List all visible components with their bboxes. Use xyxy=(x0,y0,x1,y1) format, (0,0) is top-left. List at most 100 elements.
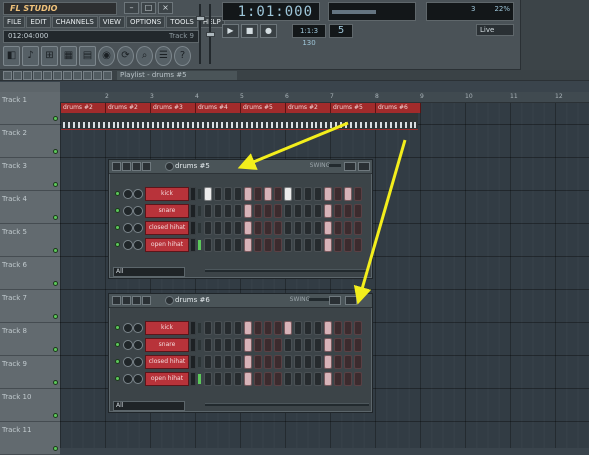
step-button[interactable] xyxy=(294,321,302,335)
step-button[interactable] xyxy=(304,372,312,386)
channel-select-indicator[interactable] xyxy=(198,240,201,250)
step-button[interactable] xyxy=(264,372,272,386)
step-button[interactable] xyxy=(254,338,262,352)
swing-slider[interactable] xyxy=(329,164,341,167)
step-button[interactable] xyxy=(224,221,232,235)
pan-knob[interactable] xyxy=(123,374,133,384)
step-button[interactable] xyxy=(224,204,232,218)
channel-led[interactable] xyxy=(115,208,120,213)
track-header[interactable]: Track 5 xyxy=(0,224,60,257)
pattern-icon[interactable] xyxy=(165,296,174,305)
menu-edit[interactable]: EDIT xyxy=(26,16,51,28)
step-button[interactable] xyxy=(234,204,242,218)
step-button[interactable] xyxy=(354,321,362,335)
pan-knob[interactable] xyxy=(123,340,133,350)
step-button[interactable] xyxy=(204,355,212,369)
volume-knob[interactable] xyxy=(133,189,143,199)
channel-mixer-track[interactable] xyxy=(190,187,196,201)
step-button[interactable] xyxy=(244,204,252,218)
record-button[interactable]: ● xyxy=(260,24,277,38)
step-button[interactable] xyxy=(304,204,312,218)
channel-select-indicator[interactable] xyxy=(198,374,201,384)
channel-select-indicator[interactable] xyxy=(198,189,201,199)
step-button[interactable] xyxy=(224,355,232,369)
step-button[interactable] xyxy=(334,187,342,201)
step-button[interactable] xyxy=(304,355,312,369)
step-button[interactable] xyxy=(254,187,262,201)
menu-channels[interactable]: CHANNELS xyxy=(51,16,98,28)
step-button[interactable] xyxy=(354,221,362,235)
channel-led[interactable] xyxy=(115,342,120,347)
track-led[interactable] xyxy=(53,413,58,418)
track-led[interactable] xyxy=(53,314,58,319)
step-button[interactable] xyxy=(284,221,292,235)
master-sliders[interactable] xyxy=(196,2,216,66)
channel-mixer-track[interactable] xyxy=(190,372,196,386)
graph-icon[interactable] xyxy=(122,162,131,171)
step-button[interactable] xyxy=(284,321,292,335)
step-button[interactable] xyxy=(234,321,242,335)
channel-name-button[interactable]: closed hihat xyxy=(145,221,189,235)
track-led[interactable] xyxy=(53,380,58,385)
piano-roll-icon[interactable] xyxy=(329,296,341,305)
step-button[interactable] xyxy=(294,355,302,369)
select-icon[interactable] xyxy=(63,71,72,80)
pan-knob[interactable] xyxy=(123,240,133,250)
channel-mixer-track[interactable] xyxy=(190,338,196,352)
step-button[interactable] xyxy=(244,372,252,386)
step-button[interactable] xyxy=(244,338,252,352)
step-button[interactable] xyxy=(314,221,322,235)
step-button[interactable] xyxy=(294,221,302,235)
step-button[interactable] xyxy=(274,187,282,201)
volume-knob[interactable] xyxy=(133,240,143,250)
browser-button[interactable]: ▤ xyxy=(79,46,96,66)
step-button[interactable] xyxy=(314,355,322,369)
step-button[interactable] xyxy=(214,221,222,235)
step-button[interactable] xyxy=(274,238,282,252)
snap-icon[interactable] xyxy=(3,71,12,80)
step-button[interactable] xyxy=(254,321,262,335)
step-button[interactable] xyxy=(324,355,332,369)
channel-select-indicator[interactable] xyxy=(198,357,201,367)
record-icon[interactable]: ◉ xyxy=(98,46,115,66)
play-button[interactable]: ▶ xyxy=(222,24,239,38)
channel-name-button[interactable]: open hihat xyxy=(145,238,189,252)
filter-select[interactable]: All xyxy=(113,267,185,277)
track-header[interactable]: Track 4 xyxy=(0,191,60,224)
step-button[interactable] xyxy=(314,187,322,201)
channel-led[interactable] xyxy=(115,359,120,364)
track-led[interactable] xyxy=(53,182,58,187)
step-button[interactable] xyxy=(244,321,252,335)
pan-knob[interactable] xyxy=(123,357,133,367)
pan-knob[interactable] xyxy=(123,189,133,199)
step-button[interactable] xyxy=(224,321,232,335)
pattern-clip[interactable]: drums #2 xyxy=(106,103,151,113)
step-button[interactable] xyxy=(234,338,242,352)
step-icon[interactable] xyxy=(142,296,151,305)
step-button[interactable] xyxy=(274,321,282,335)
step-button[interactable] xyxy=(264,204,272,218)
mode-select[interactable]: Live xyxy=(476,24,514,36)
step-button[interactable] xyxy=(294,372,302,386)
step-button[interactable] xyxy=(324,321,332,335)
step-button[interactable] xyxy=(234,238,242,252)
maximize-button[interactable]: □ xyxy=(141,2,156,14)
track-led[interactable] xyxy=(53,446,58,451)
step-button[interactable] xyxy=(294,187,302,201)
step-button[interactable] xyxy=(284,187,292,201)
step-button[interactable] xyxy=(254,221,262,235)
pattern-clip[interactable]: drums #3 xyxy=(151,103,196,113)
step-button[interactable] xyxy=(284,338,292,352)
step-icon[interactable] xyxy=(142,162,151,171)
channel-scrollbar[interactable] xyxy=(205,269,369,272)
channel-select-indicator[interactable] xyxy=(198,206,201,216)
step-button[interactable] xyxy=(284,238,292,252)
channel-mixer-track[interactable] xyxy=(190,238,196,252)
step-button[interactable] xyxy=(314,338,322,352)
pattern-clip[interactable]: drums #5 xyxy=(241,103,286,113)
channel-name-button[interactable]: open hihat xyxy=(145,372,189,386)
step-button[interactable] xyxy=(354,338,362,352)
step-button[interactable] xyxy=(214,338,222,352)
swing-slider[interactable] xyxy=(309,298,331,301)
brush-icon[interactable] xyxy=(23,71,32,80)
